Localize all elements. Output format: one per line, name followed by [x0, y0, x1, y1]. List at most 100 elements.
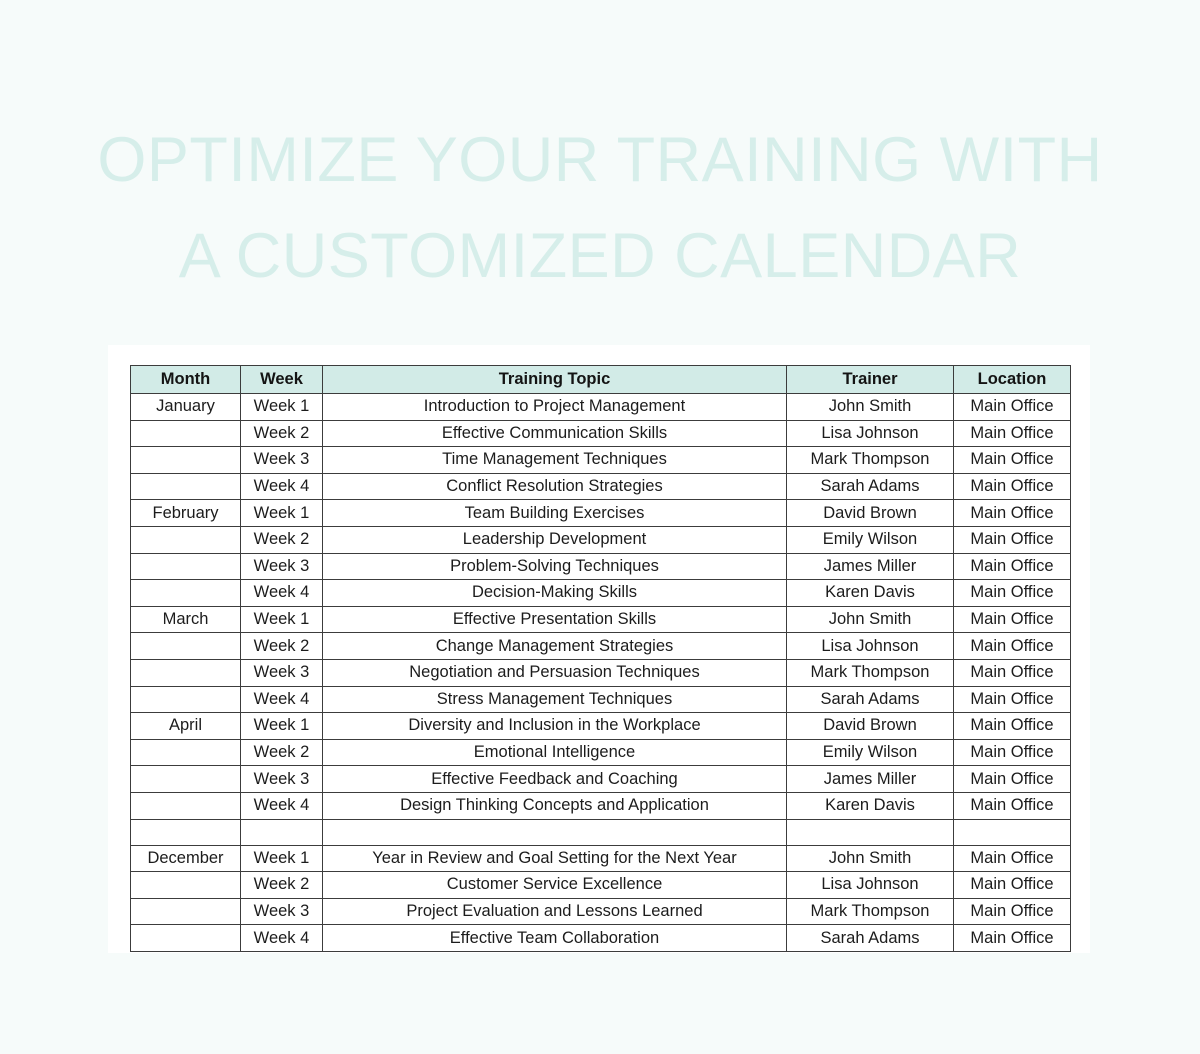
cell-location: Main Office	[953, 871, 1071, 899]
cell-week: Week 1	[240, 605, 323, 634]
cell-trainer: Emily Wilson	[786, 738, 954, 767]
cell-trainer: David Brown	[786, 712, 954, 740]
table-row: Week 2 Customer Service Excellence Lisa Jo…	[130, 871, 1071, 899]
table-header-row: Month Week Training Topic Trainer Locati…	[130, 365, 1071, 394]
table-row: Week 4 Decision-Making Skills Karen Davis M…	[130, 579, 1071, 607]
cell-month	[130, 818, 241, 846]
cell-month: March	[130, 605, 241, 634]
table-row: Week 3 Problem-Solving Techniques James Mi…	[130, 552, 1071, 581]
cell-trainer: John Smith	[786, 605, 954, 634]
cell-location: Main Office	[953, 791, 1071, 820]
cell-topic: Project Evaluation and Lessons Learned	[322, 897, 787, 926]
table-row-spacer	[130, 818, 1071, 846]
cell-topic: Effective Team Collaboration	[322, 924, 787, 952]
table-row: Week 2 Effective Communication Skills Lisa…	[130, 419, 1071, 448]
cell-location: Main Office	[953, 552, 1071, 581]
table-row: Week 2 Emotional Intelligence Emily Wilson…	[130, 738, 1071, 767]
cell-location: Main Office	[953, 419, 1071, 448]
column-header-week: Week	[240, 365, 323, 394]
cell-month	[130, 871, 241, 899]
cell-week: Week 1	[240, 393, 323, 421]
cell-week: Week 2	[240, 525, 323, 554]
cell-week: Week 1	[240, 844, 323, 873]
cell-topic: Decision-Making Skills	[322, 579, 787, 607]
cell-month	[130, 897, 241, 926]
cell-trainer: Emily Wilson	[786, 525, 954, 554]
cell-location: Main Office	[953, 897, 1071, 926]
cell-location: Main Office	[953, 605, 1071, 634]
cell-topic: Time Management Techniques	[322, 446, 787, 474]
cell-trainer: Lisa Johnson	[786, 419, 954, 448]
cell-trainer: John Smith	[786, 844, 954, 873]
cell-trainer: Karen Davis	[786, 579, 954, 607]
cell-location: Main Office	[953, 658, 1071, 687]
table-row: February Week 1 Team Building Exercises Dav…	[130, 499, 1071, 527]
cell-location: Main Office	[953, 924, 1071, 952]
cell-week	[240, 818, 323, 846]
cell-location: Main Office	[953, 525, 1071, 554]
column-header-location: Location	[953, 365, 1071, 394]
cell-trainer: John Smith	[786, 393, 954, 421]
cell-month	[130, 419, 241, 448]
cell-trainer	[786, 818, 954, 846]
cell-topic: Leadership Development	[322, 525, 787, 554]
cell-month	[130, 632, 241, 660]
column-header-month: Month	[130, 365, 241, 394]
cell-week: Week 4	[240, 472, 323, 501]
cell-trainer: Mark Thompson	[786, 658, 954, 687]
table-header: Month Week Training Topic Trainer Locati…	[130, 365, 1071, 394]
table-row: Week 2 Leadership Development Emily Wilson…	[130, 525, 1071, 554]
cell-topic: Emotional Intelligence	[322, 738, 787, 767]
table-body: January Week 1 Introduction to Project Man…	[130, 393, 1071, 952]
cell-week: Week 2	[240, 632, 323, 660]
cell-week: Week 3	[240, 552, 323, 581]
cell-location: Main Office	[953, 738, 1071, 767]
cell-month	[130, 738, 241, 767]
cell-week: Week 4	[240, 579, 323, 607]
cell-topic: Introduction to Project Management	[322, 393, 787, 421]
table-row: Week 4 Conflict Resolution Strategies Sara…	[130, 472, 1071, 501]
cell-week: Week 3	[240, 446, 323, 474]
cell-week: Week 2	[240, 419, 323, 448]
cell-month	[130, 685, 241, 714]
cell-location: Main Office	[953, 765, 1071, 793]
table-row: Week 3 Time Management Techniques Mark Tho…	[130, 446, 1071, 474]
cell-month	[130, 765, 241, 793]
table-row: Week 3 Negotiation and Persuasion Techniq…	[130, 658, 1071, 687]
cell-month	[130, 658, 241, 687]
cell-month: January	[130, 393, 241, 421]
cell-week: Week 4	[240, 685, 323, 714]
cell-week: Week 3	[240, 658, 323, 687]
cell-trainer: Sarah Adams	[786, 685, 954, 714]
cell-topic: Negotiation and Persuasion Techniques	[322, 658, 787, 687]
cell-month	[130, 446, 241, 474]
cell-topic: Diversity and Inclusion in the Workplace	[322, 712, 787, 740]
cell-trainer: Lisa Johnson	[786, 632, 954, 660]
cell-location: Main Office	[953, 579, 1071, 607]
cell-topic: Design Thinking Concepts and Application	[322, 791, 787, 820]
cell-topic	[322, 818, 787, 846]
cell-topic: Problem-Solving Techniques	[322, 552, 787, 581]
column-header-topic: Training Topic	[322, 365, 787, 394]
table-row: Week 2 Change Management Strategies Lisa J…	[130, 632, 1071, 660]
cell-topic: Effective Presentation Skills	[322, 605, 787, 634]
cell-location: Main Office	[953, 685, 1071, 714]
cell-location: Main Office	[953, 844, 1071, 873]
cell-topic: Conflict Resolution Strategies	[322, 472, 787, 501]
table-row: April Week 1 Diversity and Inclusion in th…	[130, 712, 1071, 740]
cell-location: Main Office	[953, 632, 1071, 660]
cell-week: Week 1	[240, 712, 323, 740]
cell-location: Main Office	[953, 393, 1071, 421]
table-row: Week 3 Effective Feedback and Coaching Jam…	[130, 765, 1071, 793]
cell-trainer: David Brown	[786, 499, 954, 527]
cell-month	[130, 791, 241, 820]
cell-topic: Effective Communication Skills	[322, 419, 787, 448]
table-row: Week 3 Project Evaluation and Lessons Lea…	[130, 897, 1071, 926]
table-row: Week 4 Design Thinking Concepts and Appli…	[130, 791, 1071, 820]
cell-month: February	[130, 499, 241, 527]
cell-location: Main Office	[953, 472, 1071, 501]
cell-topic: Customer Service Excellence	[322, 871, 787, 899]
cell-trainer: James Miller	[786, 552, 954, 581]
training-calendar-table: Month Week Training Topic Trainer Locati…	[130, 365, 1071, 952]
table-row: Week 4 Stress Management Techniques Sarah …	[130, 685, 1071, 714]
